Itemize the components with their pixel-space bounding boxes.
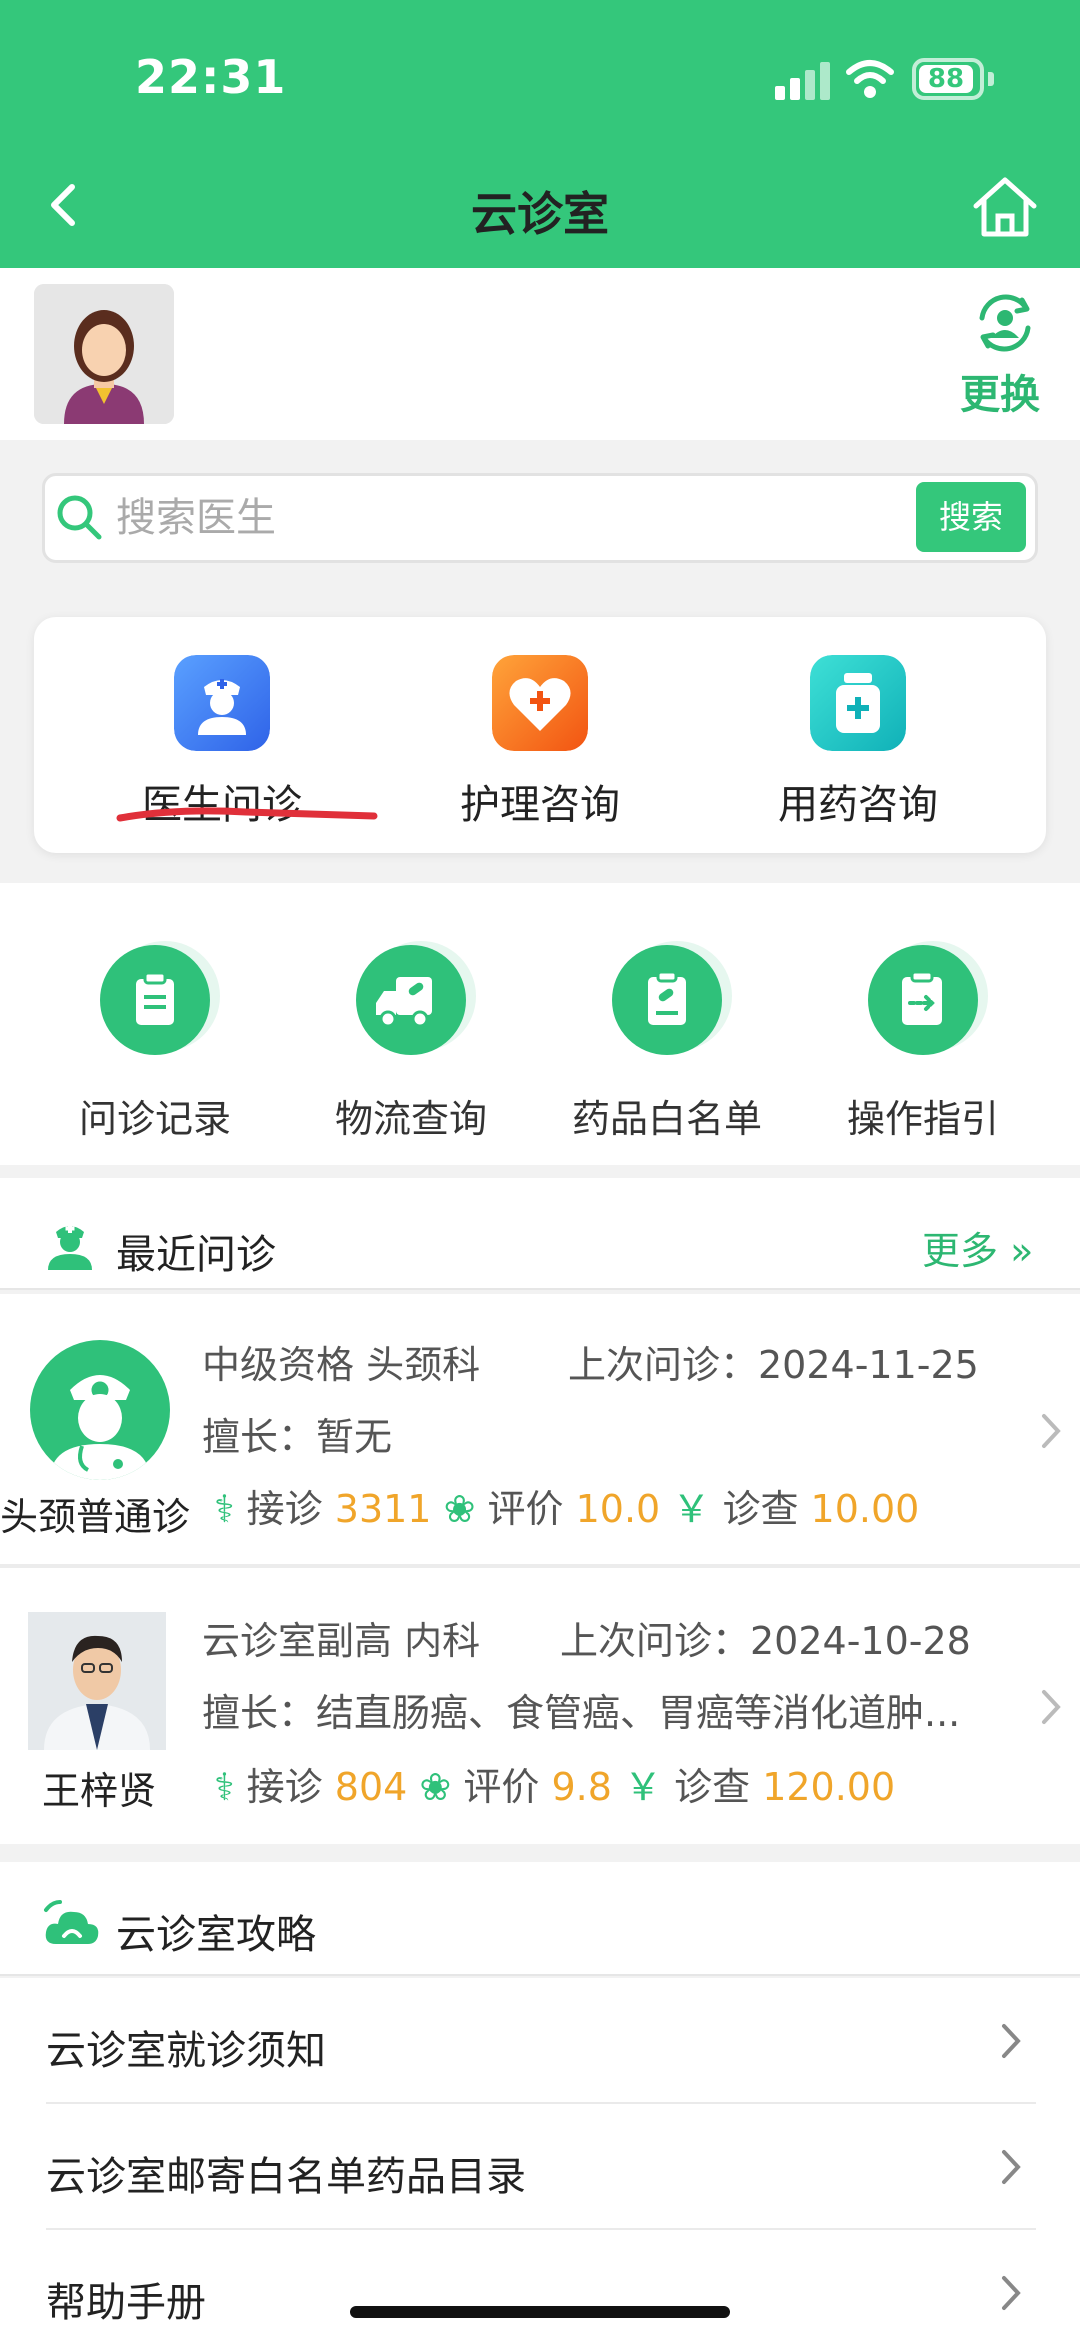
chevron-right-icon xyxy=(1002,2150,1021,2184)
doctor-avatar xyxy=(30,1340,170,1480)
tool-label: 药品白名单 xyxy=(571,1097,762,1141)
chevron-right-icon xyxy=(1042,1414,1061,1448)
service-medication-consult[interactable] xyxy=(810,655,906,755)
visits-label: 接诊 xyxy=(246,1487,323,1531)
doctor-specialty: 擅长：暂无 xyxy=(202,1415,393,1459)
guide-title: 云诊室攻略 xyxy=(116,1912,316,1958)
rating-value: 10.0 xyxy=(575,1487,661,1531)
operation-guide-button[interactable] xyxy=(868,945,978,1055)
doctor-title-dept: 云诊室副高 内科 xyxy=(202,1619,481,1663)
switch-user-label[interactable]: 更换 xyxy=(960,362,1040,420)
service-label: 护理咨询 xyxy=(460,782,620,828)
service-label: 用药咨询 xyxy=(778,782,938,828)
cloud-icon xyxy=(44,1900,99,1944)
status-time: 22:31 xyxy=(135,50,287,104)
search-button[interactable]: 搜索 xyxy=(916,482,1026,552)
search-icon xyxy=(57,495,102,540)
doctor-stats: ⚕ 接诊 3311 ❀ 评价 10.0 ￥ 诊查 10.00 xyxy=(214,1478,919,1533)
lotus-icon: ❀ xyxy=(419,1765,452,1809)
currency-icon: ￥ xyxy=(672,1487,711,1531)
lotus-icon: ❀ xyxy=(443,1487,476,1531)
stethoscope-icon: ⚕ xyxy=(214,1765,235,1809)
medicine-bottle-icon xyxy=(810,655,906,751)
service-doctor-consult[interactable] xyxy=(174,655,270,755)
rating-value: 9.8 xyxy=(551,1765,612,1809)
doctor-placeholder-icon xyxy=(50,1375,150,1480)
drug-whitelist-button[interactable] xyxy=(612,945,722,1055)
medicine-list-icon xyxy=(648,970,686,1025)
doctor-name: 王梓贤 xyxy=(42,1769,157,1813)
tool-label: 问诊记录 xyxy=(78,1097,231,1141)
battery-tip xyxy=(988,72,994,86)
switch-user-icon[interactable] xyxy=(970,288,1040,358)
visits-count: 804 xyxy=(334,1765,408,1809)
visits-label: 接诊 xyxy=(246,1765,323,1809)
home-icon[interactable] xyxy=(970,172,1040,242)
fee-label: 诊查 xyxy=(722,1487,799,1531)
signal-icon xyxy=(775,60,831,100)
rating-label: 评价 xyxy=(463,1765,540,1809)
currency-icon: ￥ xyxy=(623,1765,662,1809)
more-link[interactable]: 更多 » xyxy=(922,1220,1033,1275)
doctor-name: 头颈普通诊 xyxy=(0,1495,191,1539)
visits-count: 3311 xyxy=(334,1487,432,1531)
battery-level: 88 xyxy=(919,65,973,93)
more-label: 更多 xyxy=(922,1229,999,1273)
stethoscope-icon: ⚕ xyxy=(214,1487,235,1531)
chevron-right-icon xyxy=(1002,2276,1021,2310)
doctor-specialty: 擅长：结直肠癌、食管癌、胃癌等消化道肿... xyxy=(202,1691,961,1735)
search-input[interactable] xyxy=(116,493,896,543)
battery-icon: 88 xyxy=(912,58,984,100)
double-chevron-icon: » xyxy=(998,1229,1034,1273)
guide-item-label: 帮助手册 xyxy=(46,2280,206,2326)
tool-label: 物流查询 xyxy=(334,1097,487,1141)
rating-label: 评价 xyxy=(487,1487,564,1531)
home-indicator[interactable] xyxy=(350,2306,730,2318)
fee-value: 120.00 xyxy=(762,1765,896,1809)
service-nursing-consult[interactable] xyxy=(492,655,588,755)
logistics-query-button[interactable] xyxy=(356,945,466,1055)
last-visit: 上次问诊：2024-10-28 xyxy=(560,1619,971,1663)
page-title: 云诊室 xyxy=(471,187,609,241)
guide-item-label: 云诊室就诊须知 xyxy=(46,2028,326,2074)
fee-label: 诊查 xyxy=(674,1765,751,1809)
avatar[interactable] xyxy=(34,284,174,424)
chevron-right-icon xyxy=(1042,1690,1061,1724)
wifi-icon xyxy=(846,60,894,98)
clipboard-icon xyxy=(136,971,174,1025)
heart-plus-icon xyxy=(492,655,588,751)
guide-icon xyxy=(902,970,942,1025)
last-visit: 上次问诊：2024-11-25 xyxy=(568,1343,979,1387)
fee-value: 10.00 xyxy=(810,1487,920,1531)
doctor-icon xyxy=(48,1224,92,1270)
doctor-title-dept: 中级资格 头颈科 xyxy=(202,1343,481,1387)
delivery-truck-icon xyxy=(376,977,432,1028)
chevron-right-icon xyxy=(1002,2024,1021,2058)
doctor-photo xyxy=(28,1612,166,1750)
red-underline-mark xyxy=(116,807,378,822)
consult-record-button[interactable] xyxy=(100,945,210,1055)
guide-item-label: 云诊室邮寄白名单药品目录 xyxy=(46,2154,526,2200)
doctor-portrait xyxy=(28,1612,166,1750)
tool-label: 操作指引 xyxy=(846,1097,999,1141)
doctor-stats: ⚕ 接诊 804 ❀ 评价 9.8 ￥ 诊查 120.00 xyxy=(214,1756,895,1811)
avatar-woman-icon xyxy=(34,284,174,424)
nurse-icon xyxy=(174,655,270,751)
recent-title: 最近问诊 xyxy=(116,1232,276,1278)
